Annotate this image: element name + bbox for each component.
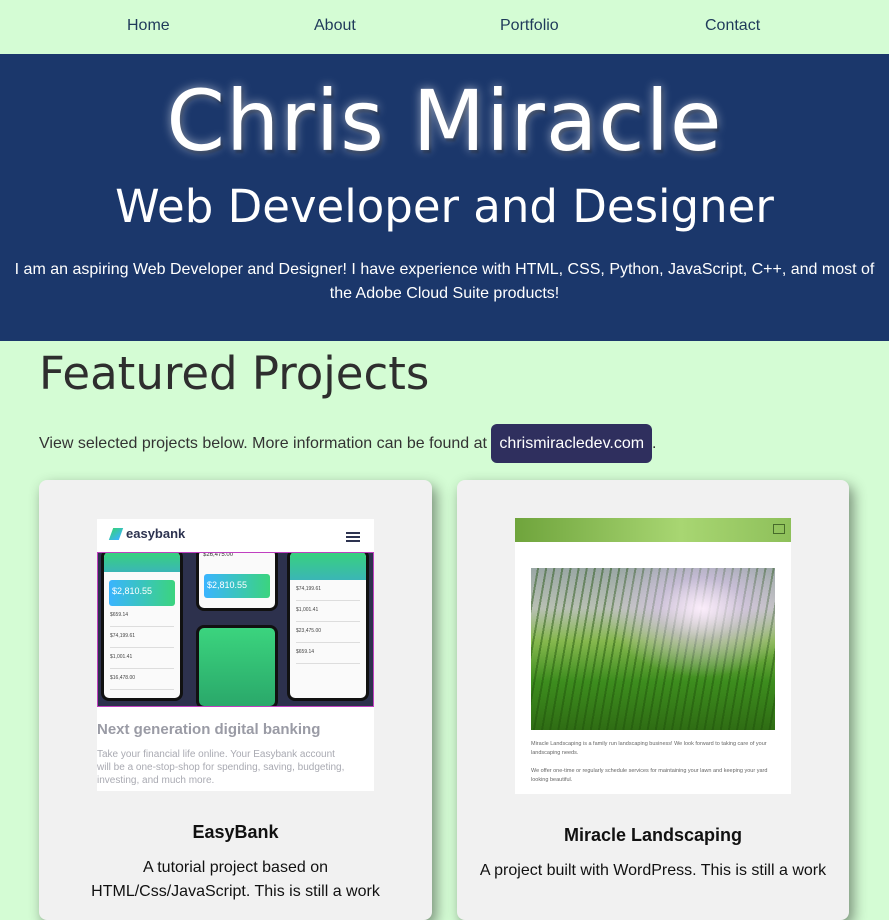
nav-about-link[interactable]: About — [314, 17, 356, 35]
featured-intro-end: . — [652, 435, 657, 452]
hero-bio: I am an aspiring Web Developer and Desig… — [14, 261, 875, 302]
hero-name: Chris Miracle — [166, 72, 723, 170]
phone-mockup — [196, 625, 278, 706]
grass-photo — [531, 568, 775, 730]
easybank-thumbnail[interactable]: easybank $2,810.55 $659.14 $74,199.61 $1… — [97, 519, 374, 791]
featured-intro-text: View selected projects below. More infor… — [39, 435, 487, 452]
project-description: A project built with WordPress. This is … — [479, 862, 827, 879]
landscaping-text-2: We offer one-time or regularly schedule … — [531, 768, 768, 783]
menu-icon — [773, 524, 785, 534]
project-title: Miracle Landscaping — [563, 825, 743, 845]
landscaping-text-1: Miracle Landscaping is a family run land… — [531, 741, 767, 756]
project-card-easybank[interactable]: easybank $2,810.55 $659.14 $74,199.61 $1… — [39, 480, 432, 920]
easybank-text: Take your financial life online. Your Ea… — [97, 749, 345, 786]
phones-mockup: $2,810.55 $659.14 $74,199.61 $1,001.41 $… — [97, 552, 374, 707]
phone-mockup: $2,810.55 $659.14 $74,199.61 $1,001.41 $… — [101, 553, 183, 701]
easybank-header: easybank — [97, 519, 374, 552]
phone-mockup: $74,199.61 $1,001.41 $23,475.00 $659.14 — [287, 553, 369, 701]
easybank-logo: easybank — [108, 526, 185, 541]
featured-projects-title: Featured Projects — [39, 347, 430, 400]
easybank-headline: Next generation digital banking — [97, 721, 321, 738]
top-nav: Home About Portfolio Contact — [0, 0, 889, 54]
hamburger-icon — [346, 532, 360, 534]
featured-intro: View selected projects below. More infor… — [39, 424, 657, 463]
easybank-logo-icon — [108, 528, 124, 540]
nav-contact-link[interactable]: Contact — [705, 17, 760, 35]
nav-portfolio-link[interactable]: Portfolio — [500, 17, 559, 35]
hero-role: Web Developer and Designer — [115, 180, 774, 233]
project-card-miracle-landscaping[interactable]: Miracle Landscaping is a family run land… — [457, 480, 849, 920]
project-description: A tutorial project based on HTML/Css/Jav… — [91, 859, 380, 900]
landscaping-thumbnail[interactable]: Miracle Landscaping is a family run land… — [515, 518, 791, 794]
nav-home-link[interactable]: Home — [127, 17, 170, 35]
website-link[interactable]: chrismiracledev.com — [491, 424, 653, 463]
landscaping-header — [515, 518, 791, 542]
project-title: EasyBank — [192, 822, 279, 842]
hero-banner: Chris Miracle Web Developer and Designer… — [0, 54, 889, 341]
phone-mockup: $26,475.00 $2,810.55 — [196, 553, 278, 611]
